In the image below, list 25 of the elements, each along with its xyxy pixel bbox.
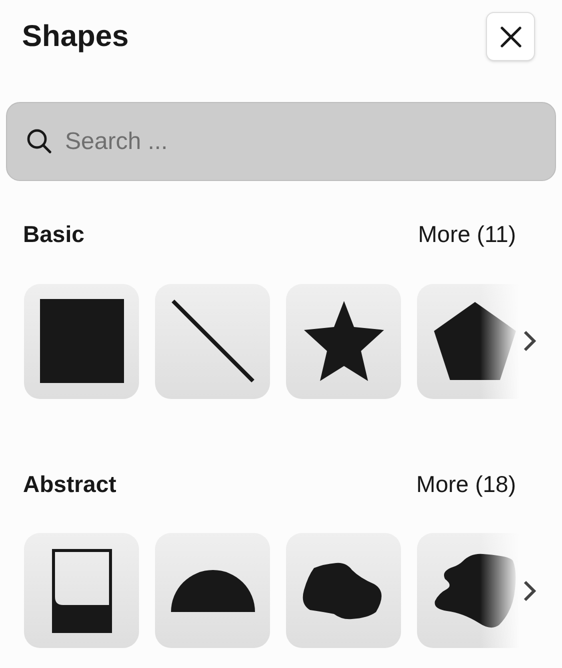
chevron-right-icon [522, 578, 538, 602]
shape-tile[interactable] [155, 284, 270, 398]
shape-tile[interactable] [24, 284, 139, 398]
shape-tile[interactable] [24, 533, 139, 648]
pentagon-icon [434, 302, 516, 380]
blob-icon [432, 552, 516, 628]
shape-tile[interactable] [286, 284, 401, 398]
close-button[interactable] [486, 12, 535, 61]
shape-tile[interactable] [155, 533, 270, 648]
shape-tile[interactable] [286, 533, 401, 648]
section-heading: Basic [23, 220, 84, 249]
chevron-right-icon [522, 329, 538, 353]
section-heading: Abstract [23, 470, 116, 498]
search-icon [26, 128, 52, 154]
square-icon [40, 299, 124, 383]
scroll-right-button[interactable] [522, 329, 538, 353]
more-link[interactable]: More (18) [416, 466, 516, 501]
star-icon [302, 301, 386, 381]
frame-icon [52, 548, 112, 632]
scroll-right-button[interactable] [522, 578, 538, 602]
close-icon [500, 26, 522, 48]
panel-title: Shapes [22, 22, 129, 52]
search-field[interactable]: Search ... [6, 102, 556, 181]
more-link[interactable]: More (11) [418, 217, 516, 252]
diagonal-line-icon [170, 299, 254, 383]
